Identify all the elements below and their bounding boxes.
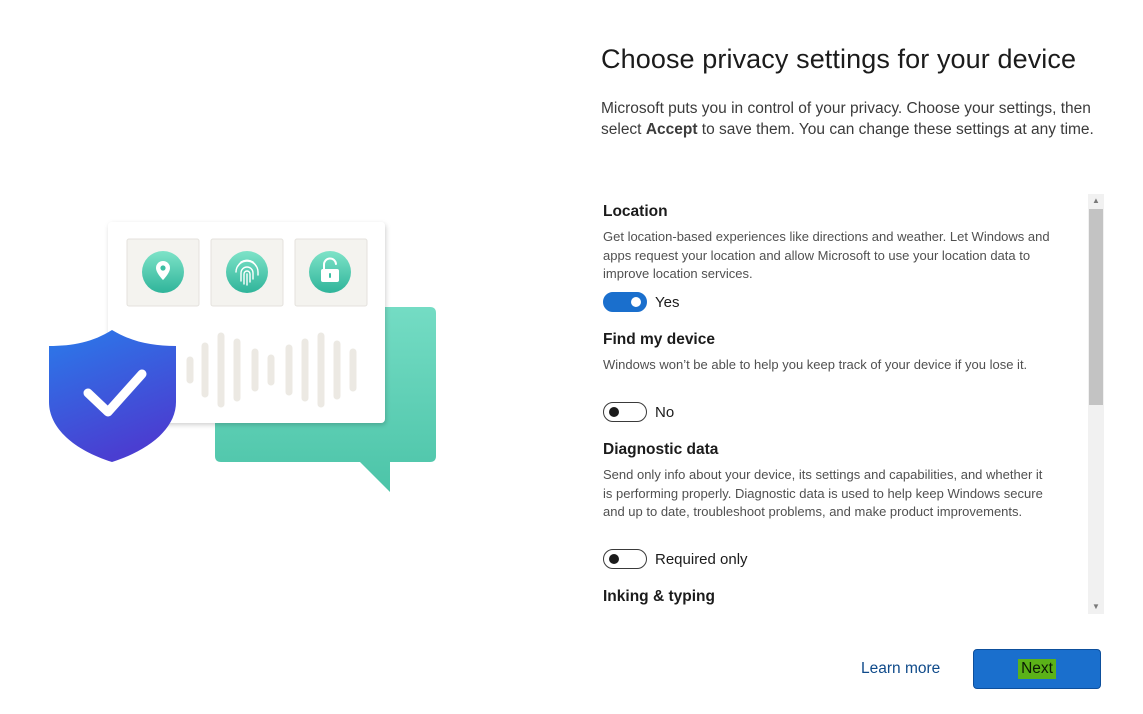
unlocked-padlock-icon (309, 251, 351, 293)
toggle-state-label: Required only (655, 550, 748, 568)
next-button-label: Next (1018, 659, 1056, 679)
diagnostic-data-toggle-row: Required only (603, 549, 748, 569)
setting-description: Get location-based experiences like dire… (603, 229, 1050, 282)
privacy-settings-list[interactable]: Location Get location-based experiences … (603, 194, 1073, 614)
shield-check-icon (49, 330, 176, 462)
setting-inking-typing: Inking & typing (603, 587, 1063, 607)
fingerprint-icon (226, 251, 268, 293)
setting-title: Diagnostic data (603, 441, 719, 458)
intro-text-end: to save them. You can change these setti… (697, 121, 1094, 138)
setting-title: Find my device (603, 331, 715, 348)
next-button[interactable]: Next (973, 649, 1101, 689)
scroll-up-arrow-icon[interactable]: ▲ (1088, 194, 1104, 208)
toggle-knob (631, 297, 641, 307)
setting-title: Inking & typing (603, 588, 715, 605)
toggle-knob (609, 407, 619, 417)
page-title: Choose privacy settings for your device (601, 44, 1077, 74)
illustration-graphic (49, 222, 436, 492)
location-toggle[interactable] (603, 292, 647, 312)
diagnostic-data-toggle[interactable] (603, 549, 647, 569)
location-pin-icon (142, 251, 184, 293)
find-my-device-toggle-row: No (603, 402, 674, 422)
settings-scrollbar[interactable]: ▲ ▼ (1088, 194, 1104, 614)
setting-description: Windows won’t be able to help you keep t… (603, 357, 1028, 372)
setting-location: Location Get location-based experiences … (603, 202, 1063, 284)
privacy-illustration (0, 0, 560, 714)
intro-text: Microsoft puts you in control of your pr… (601, 98, 1101, 140)
find-my-device-toggle[interactable] (603, 402, 647, 422)
toggle-state-label: No (655, 403, 675, 421)
toggle-state-label: Yes (655, 293, 680, 311)
setting-diagnostic-data: Diagnostic data Send only info about you… (603, 440, 1063, 522)
setting-description: Send only info about your device, its se… (603, 467, 1043, 520)
intro-accept-bold: Accept (645, 121, 698, 138)
setting-find-my-device: Find my device Windows won’t be able to … (603, 330, 1063, 375)
learn-more-link[interactable]: Learn more (861, 660, 940, 678)
setting-title: Location (603, 203, 668, 220)
location-toggle-row: Yes (603, 292, 679, 312)
scroll-down-arrow-icon[interactable]: ▼ (1088, 600, 1104, 614)
toggle-knob (609, 554, 619, 564)
scrollbar-thumb[interactable] (1089, 209, 1103, 405)
